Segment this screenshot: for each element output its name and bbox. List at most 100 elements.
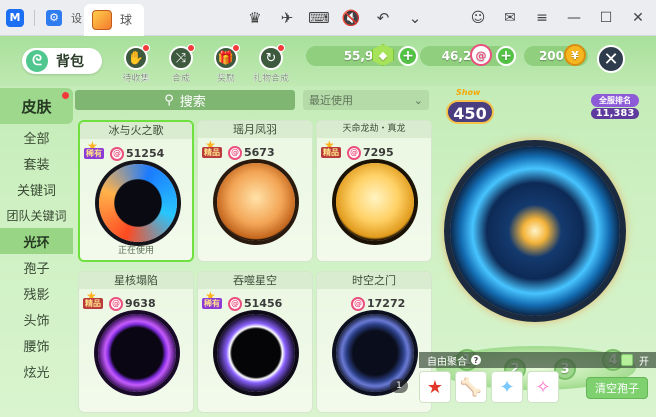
gift-merge-icon: ↻ <box>259 44 285 70</box>
free-merge-toggle[interactable] <box>621 354 633 366</box>
sidebar-item-all[interactable]: 全部 <box>0 124 73 150</box>
window-titlebar: M ⚙ 设 球 ♛ ✈ ⌨ 🔇 ↶ ⌄ ☺ ✉ ≡ — ☐ ✕ <box>0 0 656 36</box>
keyboard-icon[interactable]: ⌨ <box>308 9 330 27</box>
clear-spores-button[interactable]: 清空孢子 <box>586 377 648 399</box>
tab-game[interactable]: 球 <box>84 3 144 36</box>
game-area: ᘓ 背包 ✋ 待收集 ⤨ 合成 🎁 奖励 ↻ 礼物合成 55,929 ◆ + 4… <box>0 36 656 417</box>
item-price: @5673 <box>228 145 275 160</box>
toolbar-tools: ♛ ✈ ⌨ 🔇 ↶ ⌄ <box>246 0 424 36</box>
item-price: @51456 <box>228 296 282 311</box>
item-price: @9638 <box>109 296 156 311</box>
sidebar-item-halo[interactable]: 光环 <box>0 228 73 254</box>
item-title: 星核塌陷 <box>79 272 193 289</box>
gear-icon: ⚙ <box>46 9 62 26</box>
sparkle-star-icon[interactable]: ✦ <box>491 371 523 403</box>
rarity-badge: ★ 精品 <box>321 138 341 158</box>
rarity-badge: ★ 精品 <box>202 138 222 158</box>
plane-icon[interactable]: ✈ <box>278 9 296 27</box>
bag-logo-icon: ᘓ <box>26 50 48 72</box>
crown-icon[interactable]: ♛ <box>246 9 264 27</box>
level-value: 450 <box>446 100 494 124</box>
menu-icon[interactable]: ≡ <box>534 10 550 26</box>
status-in-use: 正在使用 <box>117 246 154 256</box>
sidebar-item-headwear[interactable]: 头饰 <box>0 306 73 332</box>
sidebar-item-suit[interactable]: 套装 <box>0 150 73 176</box>
pink-star-icon[interactable]: ✧ <box>527 371 559 403</box>
item-title: 冰与火之歌 <box>80 122 192 139</box>
chevron-down-icon[interactable]: ⌄ <box>406 9 424 27</box>
item-card[interactable]: 吞噬星空 ★ 稀有 @51456 <box>197 271 313 413</box>
bone-icon[interactable]: 🦴 <box>455 371 487 403</box>
minimize-icon[interactable]: — <box>566 10 582 26</box>
tab-game-label: 球 <box>120 13 133 27</box>
feature-label: 待收集 <box>122 74 150 84</box>
halo-preview <box>217 163 295 241</box>
close-bag-button[interactable]: ✕ <box>597 45 625 73</box>
item-card[interactable]: 星核塌陷 ★ 精品 @9638 <box>78 271 194 413</box>
spiral-coin-icon: @ <box>109 296 123 311</box>
sidebar-item-team-keyword[interactable]: 团队关键词 <box>0 202 73 228</box>
item-price: @7295 <box>347 145 394 160</box>
feature-gift-merge-button[interactable]: ↻ 礼物合成 <box>249 44 293 86</box>
free-merge-label: 自由聚合 <box>427 356 467 368</box>
free-merge-bar: 自由聚合 ? 开 <box>419 352 656 368</box>
sidebar-item-afterimage[interactable]: 残影 <box>0 280 73 306</box>
feature-collect-button[interactable]: ✋ 待收集 <box>114 44 158 86</box>
hand-icon: ✋ <box>124 44 150 70</box>
mute-icon[interactable]: 🔇 <box>342 9 361 27</box>
toggle-label: 开 <box>639 357 649 368</box>
item-card[interactable]: 时空之门 @17272 <box>316 271 432 413</box>
halo-large-preview <box>450 146 620 316</box>
sidebar-item-keyword[interactable]: 关键词 <box>0 176 73 202</box>
category-sidebar: 皮肤 全部 套装 关键词 团队关键词 光环 孢子 残影 头饰 腰饰 炫光 <box>0 88 73 417</box>
add-gems-button[interactable]: + <box>398 46 418 66</box>
help-icon[interactable]: ? <box>471 355 481 365</box>
item-title: 天命龙劫・真龙 <box>317 121 431 138</box>
merge-icon: ⤨ <box>169 44 195 70</box>
sidebar-title[interactable]: 皮肤 <box>0 88 73 124</box>
add-spiral-button[interactable]: + <box>496 46 516 66</box>
mail-icon[interactable]: ✉ <box>502 10 518 26</box>
tab-app[interactable]: M <box>0 0 30 36</box>
item-card[interactable]: 瑶月凤羽 ★ 精品 @5673 <box>197 120 313 262</box>
gift-icon: 🎁 <box>214 44 240 70</box>
spiral-coin-icon: @ <box>470 44 492 66</box>
item-title: 瑶月凤羽 <box>198 121 312 138</box>
item-grid: 冰与火之歌 ★ 稀有 @51254 正在使用 瑶月凤羽 ★ 精品 @5673 天命龙… <box>78 120 432 417</box>
feature-label: 合成 <box>171 74 190 84</box>
bag-label: 背包 <box>56 54 84 70</box>
currency-gems: 55,929 ◆ + <box>306 44 418 66</box>
bag-title: ᘓ 背包 <box>22 48 102 74</box>
star-icon[interactable]: ★ <box>419 371 451 403</box>
user-icon[interactable]: ☺ <box>470 10 486 26</box>
search-icon: ⚲ <box>164 92 174 108</box>
scroll-count-badge: 1 <box>390 379 408 393</box>
window-controls: ☺ ✉ ≡ — ☐ ✕ <box>470 0 646 36</box>
sort-dropdown[interactable]: 最近使用 ⌄ <box>303 90 429 110</box>
spore-icon-row: ★ 🦴 ✦ ✧ <box>419 371 569 405</box>
tab-settings[interactable]: ⚙ <box>39 0 69 36</box>
spiral-coin-icon: @ <box>228 296 242 311</box>
item-card[interactable]: 冰与火之歌 ★ 稀有 @51254 正在使用 <box>78 120 194 262</box>
tab-settings-label: 设 <box>71 11 82 25</box>
item-card[interactable]: 天命龙劫・真龙 ★ 精品 @7295 <box>316 120 432 262</box>
rarity-badge: ★ 精品 <box>83 289 103 309</box>
sidebar-item-spore[interactable]: 孢子 <box>0 254 73 280</box>
item-price: @51254 <box>110 146 164 161</box>
spiral-coin-icon: @ <box>228 145 242 160</box>
maximize-icon[interactable]: ☐ <box>598 10 614 26</box>
search-button[interactable]: ⚲ 搜索 <box>75 90 295 110</box>
notification-dot <box>62 92 69 99</box>
server-rank-badge[interactable]: 全服排名 11,383 <box>591 94 639 124</box>
halo-preview <box>98 314 176 392</box>
undo-icon[interactable]: ↶ <box>374 9 392 27</box>
sidebar-item-glow[interactable]: 炫光 <box>0 358 73 384</box>
server-rank-value: 11,383 <box>591 108 639 119</box>
feature-label: 礼物合成 <box>252 74 289 84</box>
feature-merge-button[interactable]: ⤨ 合成 <box>159 44 203 86</box>
spiral-coin-icon: @ <box>351 296 365 311</box>
sidebar-item-waist[interactable]: 腰饰 <box>0 332 73 358</box>
feature-reward-button[interactable]: 🎁 奖励 <box>204 44 248 86</box>
currency-spiral: 46,226 @ + <box>420 44 516 66</box>
close-window-icon[interactable]: ✕ <box>630 10 646 26</box>
